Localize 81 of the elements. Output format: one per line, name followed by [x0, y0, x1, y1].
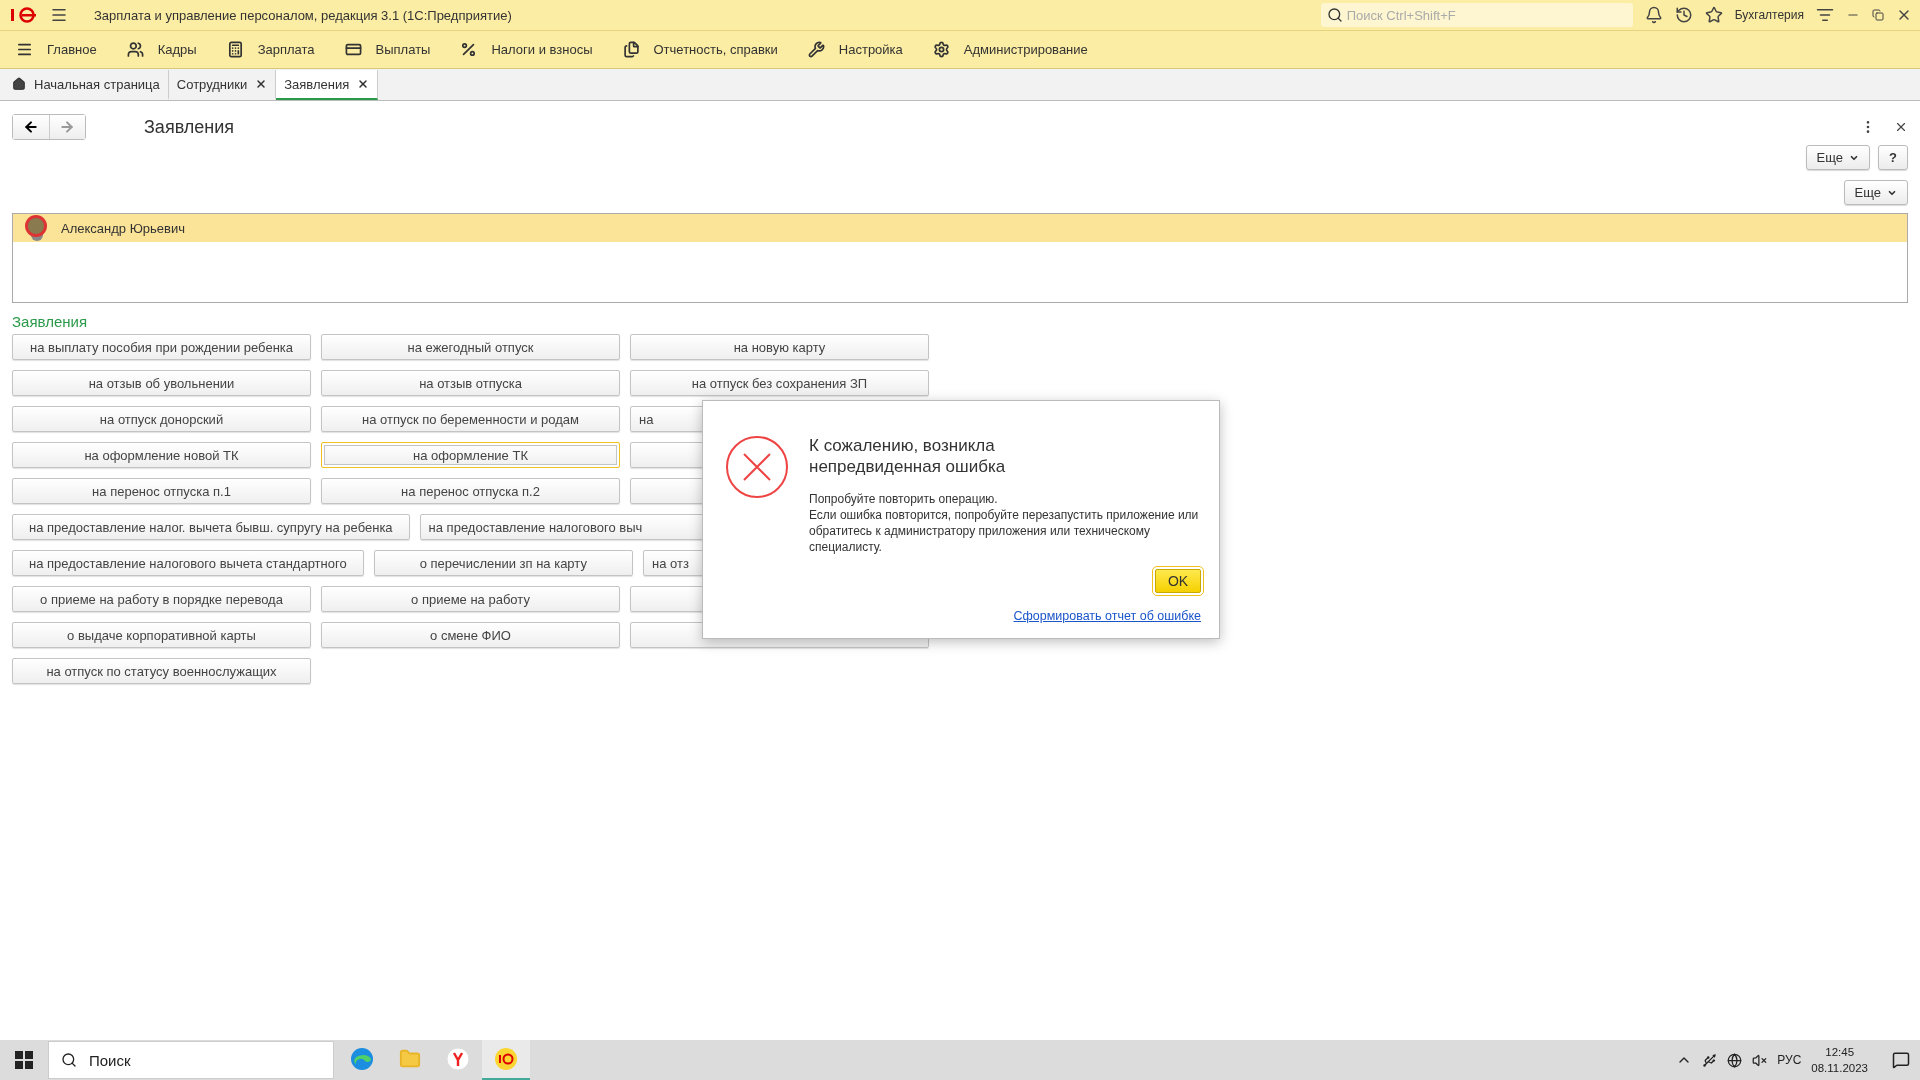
- menu-item[interactable]: Отчетность, справки: [622, 41, 778, 58]
- request-button[interactable]: на оформление новой ТК: [12, 442, 311, 468]
- users-icon: [126, 41, 144, 58]
- request-button[interactable]: на отпуск без сохранения ЗП: [630, 370, 929, 396]
- dialog-message: Попробуйте повторить операцию. Если ошибка повторится, попробуйте перезапустить приложение или обратитесь к администратору приложения или техническому специалисту.: [809, 491, 1200, 555]
- help-button[interactable]: ?: [1878, 145, 1908, 170]
- documents-icon: [622, 41, 640, 58]
- wrench-icon: [807, 41, 825, 58]
- request-button[interactable]: на перенос отпуска п.2: [321, 478, 620, 504]
- back-button[interactable]: [13, 115, 49, 139]
- form-title: Заявления: [144, 116, 236, 138]
- browser-icon: [350, 1047, 374, 1071]
- more-button[interactable]: Еще: [1843, 180, 1908, 205]
- menu-item[interactable]: Кадры: [126, 41, 197, 58]
- tab[interactable]: Заявления: [276, 70, 379, 100]
- clock-date: 08.11.2023: [1811, 1061, 1868, 1076]
- request-button[interactable]: на отпуск по беременности и родам: [321, 406, 620, 432]
- request-button[interactable]: о смене ФИО: [321, 622, 620, 648]
- home-icon: [12, 77, 26, 91]
- request-button[interactable]: о приеме на работу: [321, 586, 620, 612]
- arrow-left-icon: [22, 119, 39, 135]
- browser-icon: [446, 1047, 470, 1071]
- percent-icon: [460, 41, 478, 58]
- app-logo-icon: [494, 1047, 518, 1071]
- user-name: Бухгалтерия: [1734, 8, 1804, 22]
- notifications-icon[interactable]: [1892, 1051, 1910, 1069]
- error-icon: [725, 435, 789, 499]
- taskbar-search-field[interactable]: Поиск: [48, 1041, 334, 1079]
- request-button[interactable]: на отпуск по статусу военнослужащих: [12, 658, 311, 684]
- taskbar-app[interactable]: [482, 1040, 530, 1080]
- menu-icon: [16, 41, 33, 58]
- windows-icon: [15, 1051, 33, 1069]
- calculator-icon: [226, 41, 244, 58]
- menu-item[interactable]: Выплаты: [344, 41, 431, 58]
- history-icon[interactable]: [1674, 6, 1693, 24]
- clock-time: 12:45: [1825, 1045, 1855, 1060]
- report-link[interactable]: Сформировать отчет об ошибке: [1013, 609, 1201, 623]
- menu-item[interactable]: Зарплата: [226, 41, 315, 58]
- request-button[interactable]: на отзыв об увольнении: [12, 370, 311, 396]
- request-button[interactable]: на ежегодный отпуск: [321, 334, 620, 360]
- request-button[interactable]: на новую карту: [630, 334, 929, 360]
- request-button[interactable]: на отзыв отпуска: [321, 370, 620, 396]
- request-button[interactable]: на предоставление налог. вычета бывш. супругу на ребенка: [12, 514, 410, 540]
- tab[interactable]: Начальная страница: [4, 70, 169, 100]
- request-button[interactable]: о приеме на работу в порядке перевода: [12, 586, 311, 612]
- request-button[interactable]: на перенос отпуска п.1: [12, 478, 311, 504]
- star-icon[interactable]: [1704, 6, 1723, 24]
- language-indicator[interactable]: РУС: [1777, 1053, 1802, 1067]
- bell-icon[interactable]: [1644, 6, 1663, 24]
- close-icon[interactable]: [255, 78, 268, 90]
- usb-icon[interactable]: [1702, 1052, 1718, 1068]
- folder-icon: [399, 1048, 421, 1070]
- request-button[interactable]: о перечислении зп на карту: [373, 550, 633, 576]
- menu-item[interactable]: Главное: [16, 41, 97, 58]
- globe-icon[interactable]: [1727, 1052, 1743, 1068]
- close-icon[interactable]: [357, 78, 370, 90]
- search-icon: [1326, 7, 1343, 23]
- employee-row[interactable]: Александр Юрьевич: [13, 214, 1907, 242]
- request-button[interactable]: на отпуск донорский: [12, 406, 311, 432]
- menu-item[interactable]: Администрирование: [932, 41, 1088, 58]
- ok-button[interactable]: OK: [1155, 569, 1201, 593]
- employee-name: Александр Юрьевич: [61, 220, 185, 236]
- menu-icon[interactable]: [50, 6, 68, 24]
- card-icon: [344, 41, 362, 58]
- settings-menu-icon[interactable]: [1816, 6, 1834, 24]
- mute-icon[interactable]: [1752, 1052, 1768, 1068]
- close-icon[interactable]: [1894, 120, 1908, 134]
- search-icon: [61, 1052, 77, 1068]
- section-title: Заявления: [12, 313, 89, 330]
- gear-icon: [932, 41, 950, 58]
- request-button[interactable]: на выплату пособия при рождении ребенка: [12, 334, 311, 360]
- request-button[interactable]: на предоставление налогового вычета стандартного: [12, 550, 364, 576]
- app-logo-icon: [8, 7, 38, 23]
- dialog-title: К сожалению, возникла непредвиденная ошибка: [809, 435, 1007, 477]
- request-button[interactable]: о выдаче корпоративной карты: [12, 622, 311, 648]
- menu-item[interactable]: Настройка: [807, 41, 903, 58]
- window-title: Зарплата и управление персоналом, редакция 3.1 (1С:Предприятие): [94, 7, 513, 23]
- restore-icon[interactable]: [1872, 9, 1884, 21]
- request-button[interactable]: на оформление ТК: [321, 442, 620, 468]
- menu-item[interactable]: Налоги и взносы: [460, 41, 593, 58]
- more-button[interactable]: Еще: [1805, 145, 1871, 170]
